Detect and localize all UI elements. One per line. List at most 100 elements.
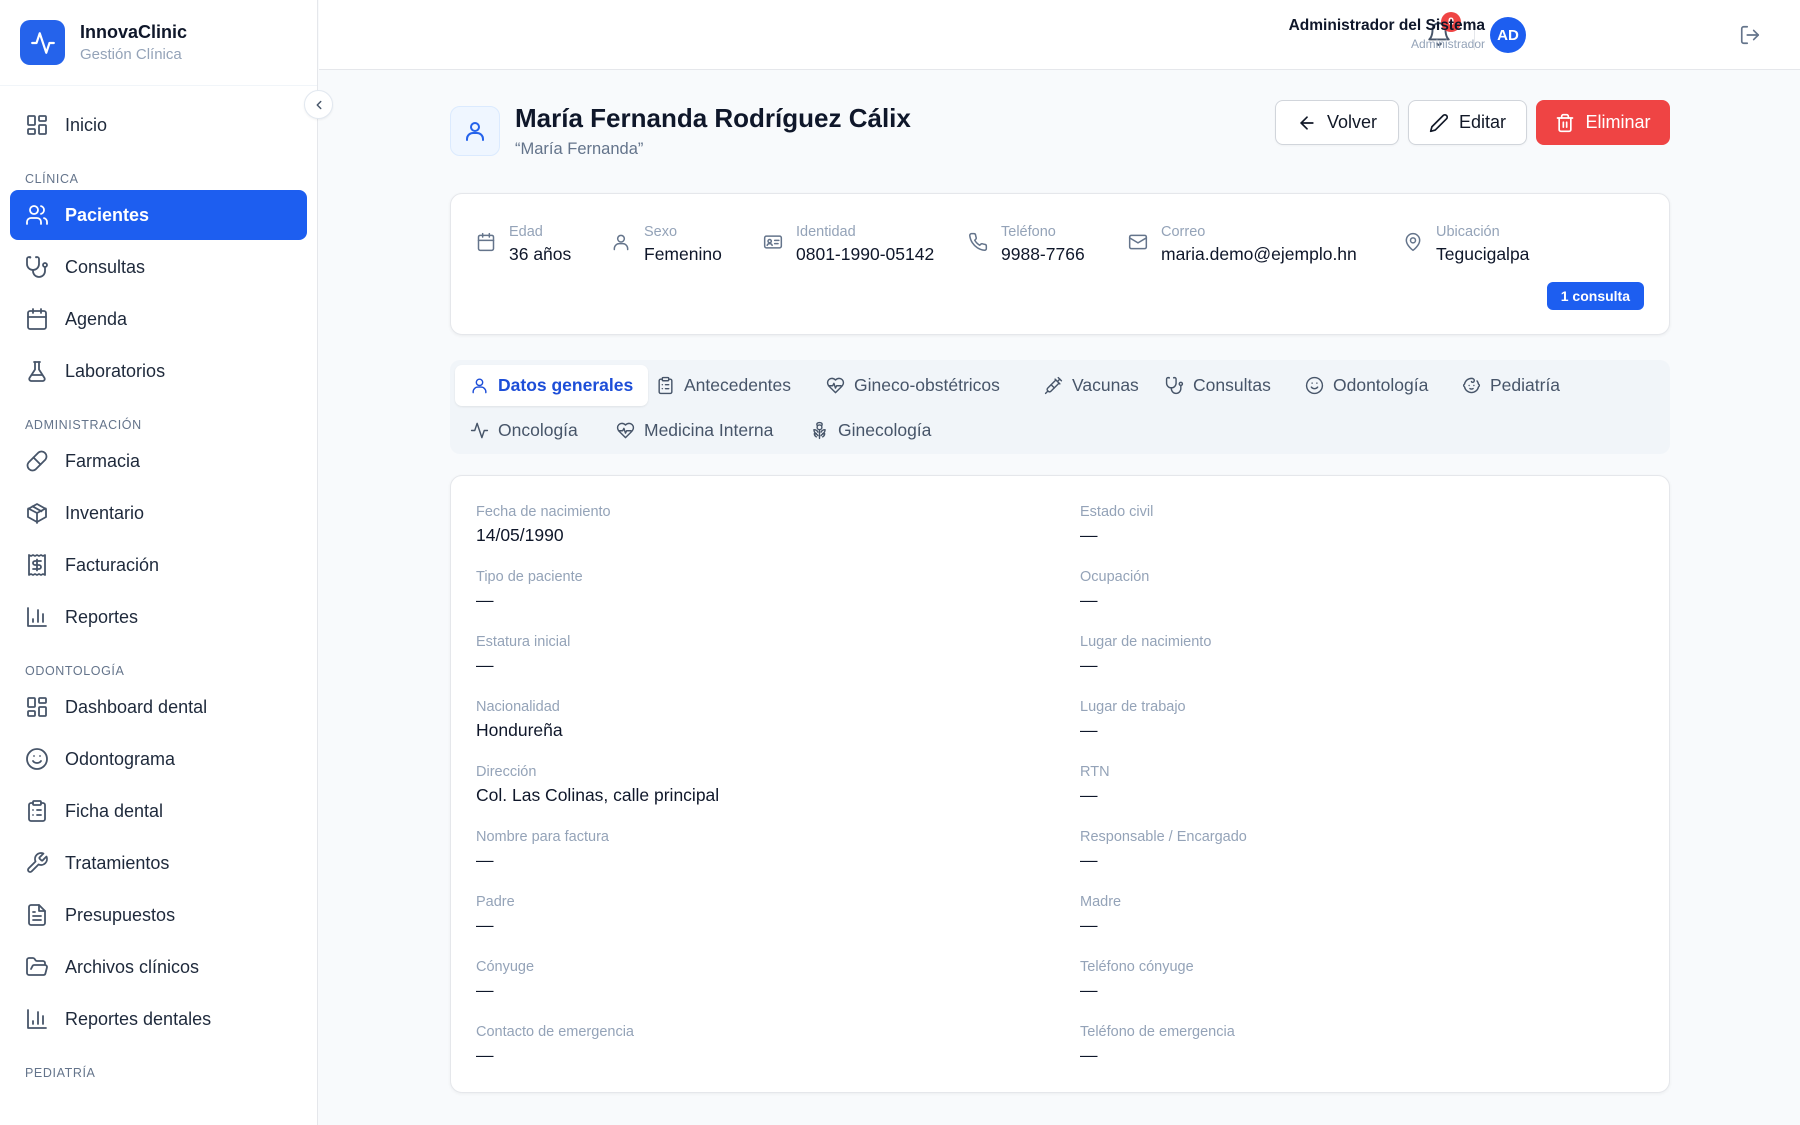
tab-label: Consultas [1193,375,1271,395]
summary-label: Correo [1161,224,1206,240]
field-label: Teléfono de emergencia [1080,1024,1235,1040]
field-value: — [476,915,494,935]
field-value: — [1080,655,1098,675]
sidebar-item-label: Inventario [65,502,145,523]
edit-button[interactable]: Editar [1408,100,1527,145]
field-value: — [476,590,494,610]
sidebar-item-archivos-clinicos[interactable]: Archivos clínicos [10,942,307,992]
sidebar-item-odontograma[interactable]: Odontograma [10,734,307,784]
sidebar-item-ficha-dental[interactable]: Ficha dental [10,786,307,836]
field-value: — [1080,980,1098,1000]
sidebar-item-tratamientos[interactable]: Tratamientos [10,838,307,888]
back-button[interactable]: Volver [1275,100,1399,145]
field-nacionalidad: Nacionalidad Hondureña [476,697,976,742]
user-icon [472,378,487,394]
tab-gineco-obstetricos[interactable]: Gineco-obstétricos [811,365,1015,406]
summary-sexo: Sexo Femenino [611,222,722,266]
back-button-label: Volver [1326,112,1378,132]
flask-icon [28,361,46,382]
avatar[interactable]: AD [1490,17,1526,53]
user-role: Administrador [1410,37,1485,51]
sidebar-item-label: Dashboard dental [65,696,208,717]
patient-header: María Fernanda Rodríguez Cálix “María Fe… [450,100,1670,158]
sidebar-item-reportes[interactable]: Reportes [10,592,307,642]
edit-button-label: Editar [1458,112,1507,132]
smile-icon [1305,376,1324,395]
pill-icon [26,450,48,472]
sidebar-item-reportes-dentales[interactable]: Reportes dentales [10,994,307,1044]
summary-value: 36 años [509,244,572,264]
summary-value: maria.demo@ejemplo.hn [1161,244,1357,264]
smile-icon [26,748,48,770]
field-fecha-de-nacimiento: Fecha de nacimiento 14/05/1990 [476,502,976,547]
tab-label: Gineco-obstétricos [854,375,1000,395]
summary-label: Ubicación [1436,224,1500,240]
summary-label: Identidad [796,224,856,240]
trash-icon [1557,113,1574,132]
sidebar-item-label: Farmacia [65,450,141,471]
field-estado-civil: Estado civil — [1080,502,1580,547]
sidebar-item-presupuestos[interactable]: Presupuestos [10,890,307,940]
activity-icon [20,20,65,65]
field-lugar-de-trabajo: Lugar de trabajo — [1080,697,1580,742]
sidebar-item-label: Laboratorios [65,360,166,381]
tab-datos-generales[interactable]: Datos generales [455,365,649,406]
brand[interactable]: InnovaClinic Gestión Clínica [0,0,317,86]
tab-label: Odontología [1333,375,1429,395]
summary-label: Teléfono [1001,224,1056,240]
sidebar-item-pacientes[interactable]: Pacientes [10,190,307,240]
field-value: — [1080,590,1098,610]
calendar-icon [477,232,495,252]
sidebar-item-label: Reportes dentales [65,1008,212,1029]
field-value: — [476,655,494,675]
brand-name: InnovaClinic [80,21,188,42]
sidebar-item-label: Consultas [65,256,146,277]
tab-ginecologia[interactable]: Ginecología [795,410,946,451]
tab-oncologia[interactable]: Oncología [455,410,593,451]
tab-odontologia[interactable]: Odontología [1290,365,1443,406]
field-label: Contacto de emergencia [476,1024,634,1040]
field-label: Padre [476,894,515,910]
user-icon [450,106,500,156]
brand-subtitle: Gestión Clínica [80,45,182,63]
stethoscope-icon [1165,376,1184,395]
tab-vacunas[interactable]: Vacunas [1029,365,1154,406]
sidebar-item-label: Inicio [65,114,108,135]
field-label: Fecha de nacimiento [476,504,611,520]
sidebar-item-laboratorios[interactable]: Laboratorios [10,346,307,396]
field-label: Dirección [476,764,537,780]
bar-chart-icon [27,607,47,627]
sidebar-item-label: Facturación [65,554,160,575]
tab-consultas[interactable]: Consultas [1150,365,1286,406]
dashboard-icon [27,697,47,717]
field-label: Responsable / Encargado [1080,829,1247,845]
sidebar-item-inventario[interactable]: Inventario [10,488,307,538]
summary-value: 0801-1990-05142 [796,244,935,264]
consult-count-badge[interactable]: 1 consulta [1546,282,1644,310]
heart-pulse-icon [616,422,635,439]
delete-button-label: Eliminar [1585,112,1651,132]
sidebar-item-agenda[interactable]: Agenda [10,294,307,344]
mail-icon [1128,234,1148,250]
field-value: Hondureña [476,720,563,740]
logout-icon[interactable] [1739,24,1761,46]
summary-identidad: Identidad 0801-1990-05142 [763,222,934,266]
users-icon [26,205,48,225]
heart-pulse-icon [826,377,845,394]
tab-antecedentes[interactable]: Antecedentes [641,365,806,406]
tab-medicina-interna[interactable]: Medicina Interna [601,410,788,451]
delete-button[interactable]: Eliminar [1536,100,1670,145]
field-label: Teléfono cónyuge [1080,959,1194,975]
sidebar-item-facturacion[interactable]: Facturación [10,540,307,590]
tab-pediatria[interactable]: Pediatría [1447,365,1575,406]
sidebar-item-dashboard-dental[interactable]: Dashboard dental [10,682,307,732]
sidebar-item-inicio[interactable]: Inicio [10,100,307,150]
collapse-sidebar-button[interactable] [304,90,333,119]
sidebar-item-consultas[interactable]: Consultas [10,242,307,292]
field-ocupacion: Ocupación — [1080,567,1580,612]
summary-correo: Correo maria.demo@ejemplo.hn [1128,222,1357,266]
sidebar-item-label: Odontograma [65,748,176,769]
sidebar-item-farmacia[interactable]: Farmacia [10,436,307,486]
summary-value: 9988-7766 [1001,244,1085,264]
topbar: 0 AD Administrador del Sistema Administr… [319,0,1800,70]
